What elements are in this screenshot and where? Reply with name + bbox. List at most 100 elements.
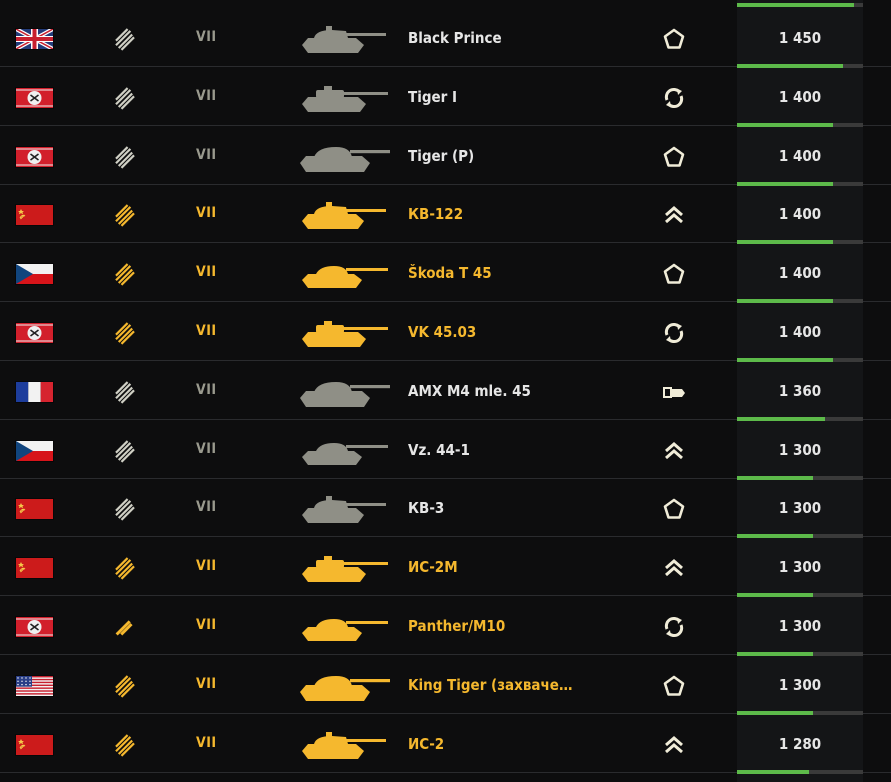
vehicle-table: VII Black Prince 1 450 VII Tiger I 1 400 …: [0, 0, 891, 782]
vehicle-score: 1 400: [778, 264, 822, 282]
vehicle-row[interactable]: VII VK 45.03 1 400: [0, 303, 891, 362]
nation-flag: [16, 676, 53, 696]
rank-icon: [114, 262, 136, 286]
vehicle-tier: VII: [196, 205, 217, 221]
nation-flag: [16, 29, 53, 49]
vehicle-class: [662, 674, 686, 698]
tank-silhouette: [296, 552, 391, 586]
vehicle-row[interactable]: VII Vz. 44-1 1 300: [0, 421, 891, 480]
vehicle-row[interactable]: VII Tiger I 1 400: [0, 68, 891, 127]
uk-flag-icon: [16, 29, 53, 49]
rank-icon: [114, 556, 136, 580]
tank-silhouette: [296, 611, 391, 645]
tank-silhouette: [296, 199, 391, 233]
rank-chevron-icon: [115, 381, 135, 404]
tank-silhouette-icon: [300, 382, 390, 407]
vehicle-row[interactable]: VII КВ-3 1 300: [0, 479, 891, 538]
double-chevron-icon: [665, 559, 683, 577]
nation-flag: [16, 617, 53, 637]
vehicle-name: Tiger I: [408, 88, 458, 106]
vehicle-class: [662, 86, 686, 110]
vehicle-class: [662, 380, 686, 404]
rank-chevron-icon: [115, 87, 135, 110]
rank-icon: [114, 497, 136, 521]
double-chevron-icon: [665, 442, 683, 460]
tank-silhouette: [296, 729, 391, 763]
germany-flag-icon: [16, 323, 53, 343]
vehicle-row[interactable]: VII КВ-122 1 400: [0, 185, 891, 244]
france-flag-icon: [16, 382, 53, 402]
rank-icon: [114, 733, 136, 757]
vehicle-score: 1 300: [778, 676, 822, 694]
rank-chevron-icon: [115, 440, 135, 463]
vehicle-name: КВ-122: [408, 205, 464, 223]
rank-chevron-icon: [115, 322, 135, 345]
vehicle-score: 1 300: [778, 558, 822, 576]
pentagon-icon: [663, 146, 685, 167]
tank-silhouette-icon: [302, 321, 388, 347]
tank-silhouette: [296, 258, 391, 292]
vehicle-row[interactable]: VII Škoda T 45 1 400: [0, 244, 891, 303]
vehicle-row[interactable]: VII King Tiger (захваченн… 1 300: [0, 656, 891, 715]
vehicle-tier: VII: [196, 617, 217, 633]
vehicle-score: 1 400: [778, 323, 822, 341]
vehicle-class: [662, 145, 686, 169]
vehicle-tier: VII: [196, 441, 217, 457]
tank-silhouette-icon: [302, 732, 386, 759]
vehicle-tier: VII: [196, 558, 217, 574]
vehicle-class: [662, 27, 686, 51]
rank-icon: [114, 145, 136, 169]
rank-chevron-icon: [115, 204, 135, 227]
rank-chevron-icon: [115, 263, 135, 286]
pentagon-icon: [663, 675, 685, 696]
tank-silhouette: [296, 317, 391, 351]
tank-silhouette-icon: [302, 443, 388, 465]
vehicle-row[interactable]: VII ИС-2М 1 300: [0, 538, 891, 597]
vehicle-row[interactable]: VII Panther/M10 1 300: [0, 597, 891, 656]
flag-shield-icon: [663, 387, 685, 398]
tank-silhouette-icon: [302, 202, 386, 229]
ussr-flag-icon: [16, 558, 53, 578]
circle-arrows-icon: [664, 616, 684, 638]
progress-fill: [737, 770, 809, 774]
nation-flag: [16, 88, 53, 108]
nation-flag: [16, 323, 53, 343]
vehicle-score: 1 360: [778, 382, 822, 400]
vehicle-class: [662, 262, 686, 286]
vehicle-class: [662, 321, 686, 345]
ussr-flag-icon: [16, 735, 53, 755]
vehicle-row[interactable]: VII ИС-2 1 280: [0, 715, 891, 774]
vehicle-score: 1 400: [778, 88, 822, 106]
nation-flag: [16, 264, 53, 284]
tank-silhouette: [296, 23, 391, 57]
rank-chevron-icon: [115, 734, 135, 757]
rank-icon: [114, 321, 136, 345]
vehicle-score: 1 300: [778, 499, 822, 517]
tank-silhouette: [296, 493, 391, 527]
vehicle-score: 1 300: [778, 617, 822, 635]
rank-chevron-icon: [115, 675, 135, 698]
rank-icon: [114, 86, 136, 110]
vehicle-score: 1 400: [778, 147, 822, 165]
rank-chevron-icon: [115, 146, 135, 169]
double-chevron-icon: [665, 736, 683, 754]
vehicle-name: King Tiger (захваченн…: [408, 676, 578, 694]
vehicle-tier: VII: [196, 499, 217, 515]
top-progress-bar: [737, 3, 863, 7]
vehicle-class: [662, 615, 686, 639]
vehicle-tier: VII: [196, 88, 217, 104]
tank-silhouette-icon: [300, 676, 390, 701]
vehicle-name: Škoda T 45: [408, 264, 492, 282]
vehicle-row[interactable]: VII AMX M4 mle. 45 1 360: [0, 362, 891, 421]
nation-flag: [16, 499, 53, 519]
rank-chevron-icon: [115, 498, 135, 521]
czech-flag-icon: [16, 441, 53, 461]
germany-flag-icon: [16, 617, 53, 637]
vehicle-row[interactable]: VII Black Prince 1 450: [0, 9, 891, 68]
ussr-flag-icon: [16, 205, 53, 225]
vehicle-name: AMX M4 mle. 45: [408, 382, 531, 400]
vehicle-tier: VII: [196, 735, 217, 751]
vehicle-row[interactable]: VII Tiger (P) 1 400: [0, 127, 891, 186]
vehicle-class: [662, 733, 686, 757]
vehicle-tier: VII: [196, 382, 217, 398]
